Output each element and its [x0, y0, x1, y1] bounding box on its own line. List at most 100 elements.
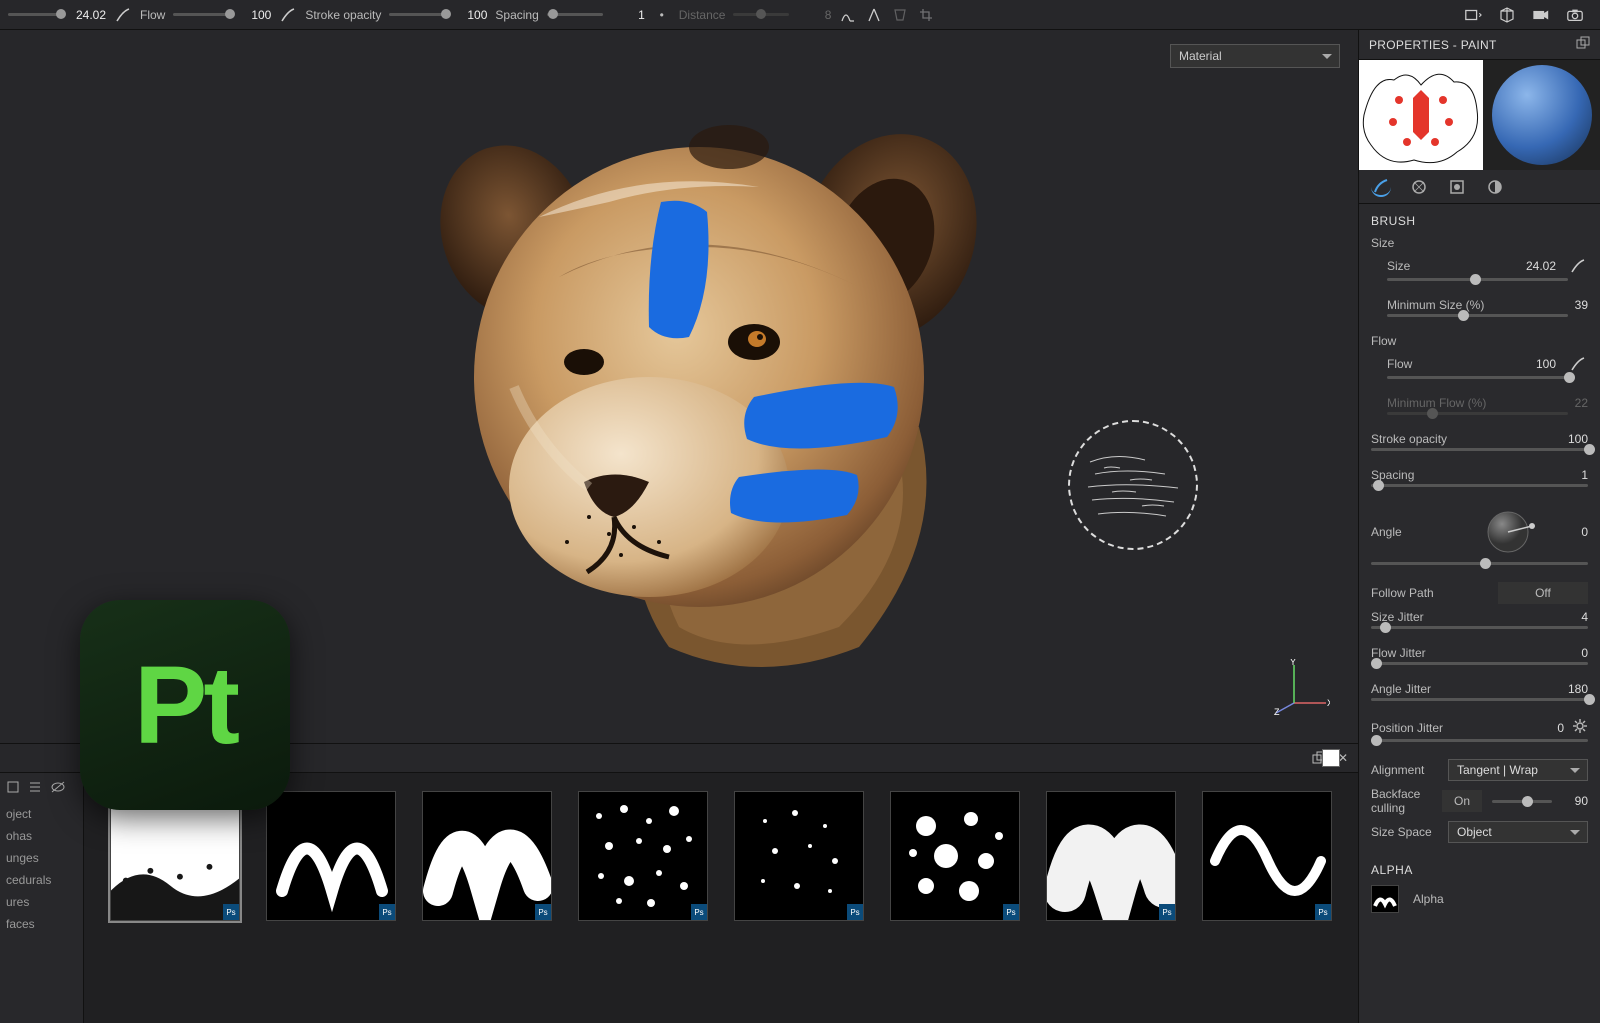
material-preview[interactable] [1483, 60, 1600, 170]
position-jitter-slider[interactable] [1371, 739, 1588, 742]
brush-thumb-dust[interactable]: Ps [110, 791, 240, 921]
ps-badge-icon: Ps [1003, 904, 1019, 920]
flow-jitter-value[interactable]: 0 [1544, 646, 1588, 660]
shelf-cat-grunges[interactable]: unges [0, 847, 83, 869]
angle-label: Angle [1371, 525, 1472, 539]
stroke-opacity-slider[interactable] [389, 13, 445, 16]
size-jitter-value[interactable]: 4 [1544, 610, 1588, 624]
angle-value[interactable]: 0 [1544, 525, 1588, 539]
follow-path-label: Follow Path [1371, 586, 1490, 600]
size-group-label: Size [1371, 236, 1588, 250]
pressure-size-icon[interactable] [114, 6, 132, 24]
backface-label: Backface culling [1371, 787, 1434, 815]
flow-slider[interactable] [173, 13, 229, 16]
brush-thumb-spatter-sparse[interactable]: Ps [734, 791, 864, 921]
flow-value: 100 [237, 8, 271, 22]
pen-pressure-flow-icon[interactable] [1568, 354, 1588, 374]
crop-icon[interactable] [917, 6, 935, 24]
tab-stencil-icon[interactable] [1447, 177, 1467, 197]
tab-brush-icon[interactable] [1371, 177, 1391, 197]
min-size-value[interactable]: 39 [1544, 298, 1588, 312]
brush-thumb-wave[interactable]: Ps [266, 791, 396, 921]
angle-jitter-slider[interactable] [1371, 698, 1588, 701]
brush-thumb-squiggle[interactable]: Ps [422, 791, 552, 921]
size-label: Size [1387, 259, 1504, 273]
flow-jitter-label: Flow Jitter [1371, 646, 1536, 660]
shelf-cat-surfaces[interactable]: faces [0, 913, 83, 935]
flow-label: Flow [140, 8, 165, 22]
size-prop-value[interactable]: 24.02 [1512, 259, 1556, 273]
shelf-categories: oject ohas unges cedurals ures faces [0, 773, 84, 1023]
brush-thumb-sine[interactable]: Ps [1202, 791, 1332, 921]
shelf-cat-alphas[interactable]: ohas [0, 825, 83, 847]
symmetry-icon[interactable] [865, 6, 883, 24]
viewport-channel-dropdown[interactable]: Material [1170, 44, 1340, 68]
backface-value[interactable]: 90 [1562, 794, 1588, 808]
stroke-opacity-value: 100 [453, 8, 487, 22]
shelf-cat-project[interactable]: oject [0, 803, 83, 825]
pen-pressure-icon[interactable] [1568, 256, 1588, 276]
flow-prop-slider[interactable] [1387, 376, 1568, 379]
brush-thumb-smear[interactable]: Ps [1046, 791, 1176, 921]
pressure-flow-icon[interactable] [279, 6, 297, 24]
ps-badge-icon: Ps [691, 904, 707, 920]
backface-slider[interactable] [1492, 800, 1552, 803]
distance-slider [733, 13, 789, 16]
logo-text: Pt [134, 642, 236, 769]
tab-material-icon[interactable] [1485, 177, 1505, 197]
angle-dial[interactable] [1480, 504, 1536, 560]
shelf-panel: oject ohas unges cedurals ures faces Ps [0, 773, 1358, 1023]
screenshot-icon[interactable] [1566, 6, 1584, 24]
follow-path-toggle[interactable]: Off [1498, 582, 1588, 604]
shelf-cat-textures[interactable]: ures [0, 891, 83, 913]
flow-jitter-slider[interactable] [1371, 662, 1588, 665]
size-jitter-slider[interactable] [1371, 626, 1588, 629]
stroke-opacity-prop-value[interactable]: 100 [1544, 432, 1588, 446]
spacing-prop-value[interactable]: 1 [1544, 468, 1588, 482]
sphere-icon [1492, 65, 1592, 165]
spacing-slider[interactable] [547, 13, 603, 16]
lazy-mouse-icon[interactable] [839, 6, 857, 24]
cube-icon[interactable] [1498, 6, 1516, 24]
top-toolbar: 24.02 Flow 100 Stroke opacity 100 Spacin… [0, 0, 1600, 30]
camera-icon[interactable] [1532, 6, 1550, 24]
shelf-hide-icon[interactable] [50, 780, 66, 797]
spacing-prop-slider[interactable] [1371, 484, 1588, 487]
size-space-dropdown[interactable]: Object [1448, 821, 1588, 843]
shelf-color-swatch[interactable] [1322, 749, 1340, 767]
backface-toggle[interactable]: On [1442, 790, 1482, 812]
flow-prop-label: Flow [1387, 357, 1504, 371]
size-value: 24.02 [72, 8, 106, 22]
alignment-dropdown[interactable]: Tangent | Wrap [1448, 759, 1588, 781]
alpha-preview[interactable] [1359, 60, 1483, 170]
shelf-list-icon[interactable] [28, 780, 42, 797]
perspective-icon[interactable] [1464, 6, 1482, 24]
stroke-opacity-prop-slider[interactable] [1371, 448, 1588, 451]
gear-icon[interactable] [1572, 718, 1588, 737]
brush-cursor-preview [1068, 420, 1198, 550]
angle-jitter-value[interactable]: 180 [1544, 682, 1588, 696]
axis-gizmo[interactable]: X Y Z [1274, 659, 1330, 715]
brush-thumb-spatter-big[interactable]: Ps [890, 791, 1020, 921]
alpha-thumb[interactable] [1371, 885, 1399, 913]
shelf-new-icon[interactable] [6, 780, 20, 797]
size-slider[interactable] [8, 13, 64, 16]
stroke-opacity-label: Stroke opacity [305, 8, 381, 22]
svg-text:X: X [1327, 698, 1330, 708]
tab-alpha-icon[interactable] [1409, 177, 1429, 197]
flow-prop-value[interactable]: 100 [1512, 357, 1556, 371]
distance-value: 8 [797, 8, 831, 22]
ps-badge-icon: Ps [1315, 904, 1331, 920]
angle-jitter-label: Angle Jitter [1371, 682, 1536, 696]
brush-thumb-spatter-dense[interactable]: Ps [578, 791, 708, 921]
undock-panel-icon[interactable] [1576, 36, 1590, 53]
min-flow-label: Minimum Flow (%) [1387, 396, 1536, 410]
ps-badge-icon: Ps [223, 904, 239, 920]
size-prop-slider[interactable] [1387, 278, 1568, 281]
min-size-slider[interactable] [1387, 314, 1568, 317]
model-lion-head [359, 87, 999, 687]
position-jitter-value[interactable]: 0 [1520, 721, 1564, 735]
angle-slider[interactable] [1371, 562, 1588, 565]
shelf-cat-procedurals[interactable]: cedurals [0, 869, 83, 891]
svg-text:Y: Y [1290, 659, 1296, 667]
